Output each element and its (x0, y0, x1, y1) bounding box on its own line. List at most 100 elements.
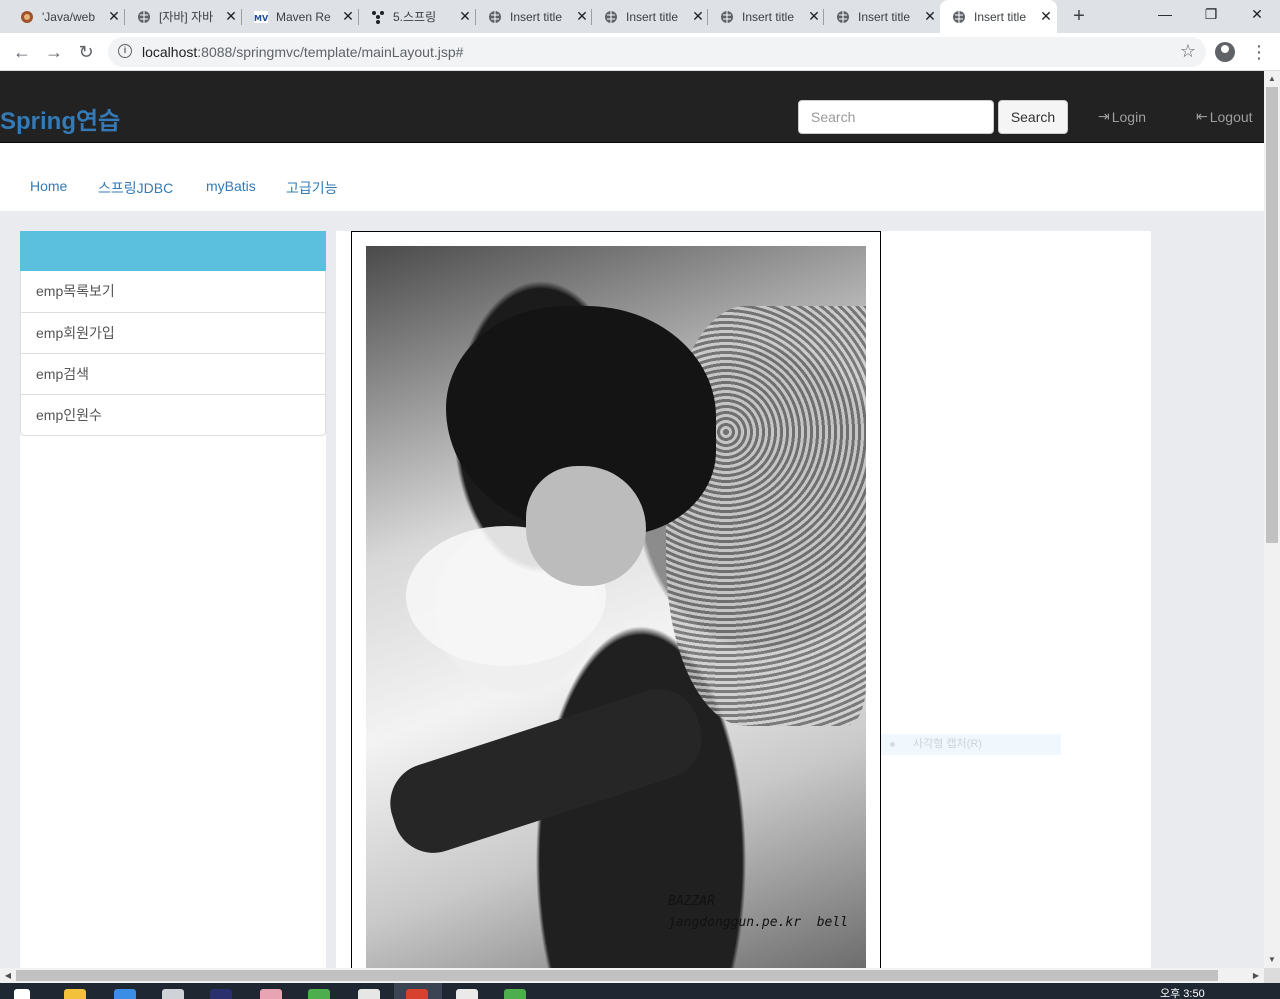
globe-icon (488, 10, 502, 24)
login-link[interactable]: ⇥ Login (1098, 108, 1146, 125)
sidebar-list: emp목록보기 emp회원가입 emp검색 emp인원수 (20, 271, 326, 436)
close-icon[interactable]: ✕ (106, 8, 122, 25)
file-explorer-icon[interactable] (64, 989, 86, 999)
globe-icon (604, 10, 618, 24)
site-brand[interactable]: Spring연습 (0, 101, 120, 136)
globe-icon (720, 10, 734, 24)
app-icon[interactable] (504, 989, 526, 999)
mvn-icon: MVN (254, 10, 268, 24)
url-path: :8088/springmvc/template/mainLayout.jsp# (197, 44, 464, 60)
browser-tab[interactable]: 'Java/web ✕ (8, 0, 125, 33)
search-input[interactable] (798, 100, 994, 134)
svg-text:MVN: MVN (254, 14, 268, 23)
browser-tab[interactable]: 5.스프링 ✕ (359, 0, 476, 33)
eclipse-icon[interactable] (210, 989, 232, 999)
app-icon[interactable] (260, 989, 282, 999)
horizontal-scrollbar[interactable]: ◀ ▶ (0, 968, 1264, 983)
browser-tab-title: 5.스프링 (393, 10, 437, 24)
photo-arm (379, 678, 713, 864)
login-icon: ⇥ (1098, 108, 1110, 124)
sidebar-item-emp-search[interactable]: emp검색 (21, 353, 325, 394)
capture-tooltip-text: 사각형 캡처(R) (913, 738, 982, 750)
minimize-button[interactable]: — (1142, 0, 1188, 30)
menu-home[interactable]: Home (30, 178, 67, 194)
scroll-up-arrow-icon[interactable]: ▲ (1264, 71, 1280, 87)
browser-tab[interactable]: Insert title ✕ (708, 0, 824, 33)
menu-mybatis[interactable]: myBatis (206, 178, 256, 194)
browser-tab-active[interactable]: Insert title ✕ (940, 0, 1057, 33)
page-viewport: Spring연습 Search ⇥ Login ⇤ Logout Home 스프… (0, 71, 1264, 968)
capture-dot-icon (890, 742, 895, 747)
browser-tab-title: Maven Re (276, 9, 331, 24)
url-host: localhost (142, 44, 198, 60)
close-icon[interactable]: ✕ (223, 8, 239, 25)
info-icon[interactable]: i (118, 44, 132, 58)
internet-explorer-icon[interactable] (114, 989, 136, 999)
new-tab-button[interactable]: + (1068, 5, 1090, 27)
sidebar-header (20, 231, 326, 271)
capture-tooltip: 사각형 캡처(R) (881, 734, 1061, 755)
main-photo: BAZZAR jangdonggun.pe.kr bell (366, 246, 866, 968)
menu-advanced[interactable]: 고급기능 (286, 178, 338, 198)
back-arrow-icon[interactable]: ← (10, 40, 34, 64)
bookmark-star-icon[interactable]: ☆ (1180, 41, 1196, 62)
window-close-button[interactable]: ✕ (1234, 0, 1280, 30)
logout-icon: ⇤ (1196, 108, 1208, 124)
chrome-icon[interactable] (406, 989, 428, 999)
logout-label: Logout (1209, 108, 1253, 125)
sidebar: emp목록보기 emp회원가입 emp검색 emp인원수 (20, 231, 326, 968)
app-icon[interactable] (308, 989, 330, 999)
reload-icon[interactable]: ↻ (74, 40, 98, 64)
browser-menu-icon[interactable]: ⋮ (1250, 41, 1268, 63)
pie-icon (20, 10, 34, 24)
sidebar-item-emp-list[interactable]: emp목록보기 (21, 271, 325, 312)
address-bar[interactable]: i localhost:8088/springmvc/template/main… (108, 37, 1206, 67)
browser-tab[interactable]: Insert title ✕ (592, 0, 708, 33)
scroll-down-arrow-icon[interactable]: ▼ (1264, 952, 1280, 968)
app-icon[interactable] (358, 989, 380, 999)
browser-tab[interactable]: Insert title ✕ (824, 0, 940, 33)
browser-tab[interactable]: [자바] 자바 ✕ (125, 0, 242, 33)
close-icon[interactable]: ✕ (806, 8, 822, 25)
tree-icon (371, 10, 385, 24)
scrollbar-corner (1264, 968, 1280, 983)
horizontal-scroll-thumb[interactable] (16, 970, 1218, 981)
scroll-right-arrow-icon[interactable]: ▶ (1248, 968, 1264, 983)
forward-arrow-icon[interactable]: → (42, 40, 66, 64)
search-button[interactable]: Search (998, 100, 1068, 134)
menu-spring-jdbc[interactable]: 스프링JDBC (98, 178, 173, 198)
close-icon[interactable]: ✕ (922, 8, 938, 25)
logout-link[interactable]: ⇤ Logout (1196, 108, 1253, 125)
windows-start-icon[interactable] (14, 989, 30, 999)
close-icon[interactable]: ✕ (574, 8, 590, 25)
vertical-scrollbar[interactable]: ▲ ▼ (1264, 71, 1280, 968)
sidebar-item-emp-register[interactable]: emp회원가입 (21, 312, 325, 353)
close-icon[interactable]: ✕ (690, 8, 706, 25)
browser-tab-title: Insert title (510, 9, 563, 24)
browser-tab-title: Insert title (742, 9, 795, 24)
browser-toolbar: ← → ↻ i localhost:8088/springmvc/templat… (0, 33, 1280, 71)
profile-avatar-icon[interactable] (1215, 42, 1235, 62)
taskbar: 오후 3:50 (0, 983, 1280, 999)
main-menu: Home 스프링JDBC myBatis 고급기능 (0, 143, 1264, 211)
globe-icon (952, 10, 966, 24)
browser-tab-title: Insert title (626, 9, 679, 24)
browser-tab[interactable]: MVN Maven Re ✕ (242, 0, 359, 33)
photo-frame: BAZZAR jangdonggun.pe.kr bell (351, 231, 881, 968)
browser-tab-title: Insert title (974, 9, 1027, 24)
site-header: Spring연습 Search ⇥ Login ⇤ Logout (0, 71, 1264, 143)
close-icon[interactable]: ✕ (1038, 8, 1054, 25)
close-icon[interactable]: ✕ (340, 8, 356, 25)
taskbar-clock[interactable]: 오후 3:50 (1160, 985, 1205, 999)
restore-button[interactable]: ❐ (1188, 0, 1234, 30)
photo-caption-line1: BAZZAR (668, 894, 715, 909)
browser-tab-title: Insert title (858, 9, 911, 24)
vertical-scroll-thumb[interactable] (1266, 87, 1278, 543)
sidebar-item-emp-count[interactable]: emp인원수 (21, 394, 325, 435)
scroll-left-arrow-icon[interactable]: ◀ (0, 968, 16, 983)
browser-tab[interactable]: Insert title ✕ (476, 0, 592, 33)
app-icon[interactable] (162, 989, 184, 999)
url-text[interactable]: localhost:8088/springmvc/template/mainLa… (142, 44, 463, 60)
app-icon[interactable] (456, 989, 478, 999)
close-icon[interactable]: ✕ (457, 8, 473, 25)
